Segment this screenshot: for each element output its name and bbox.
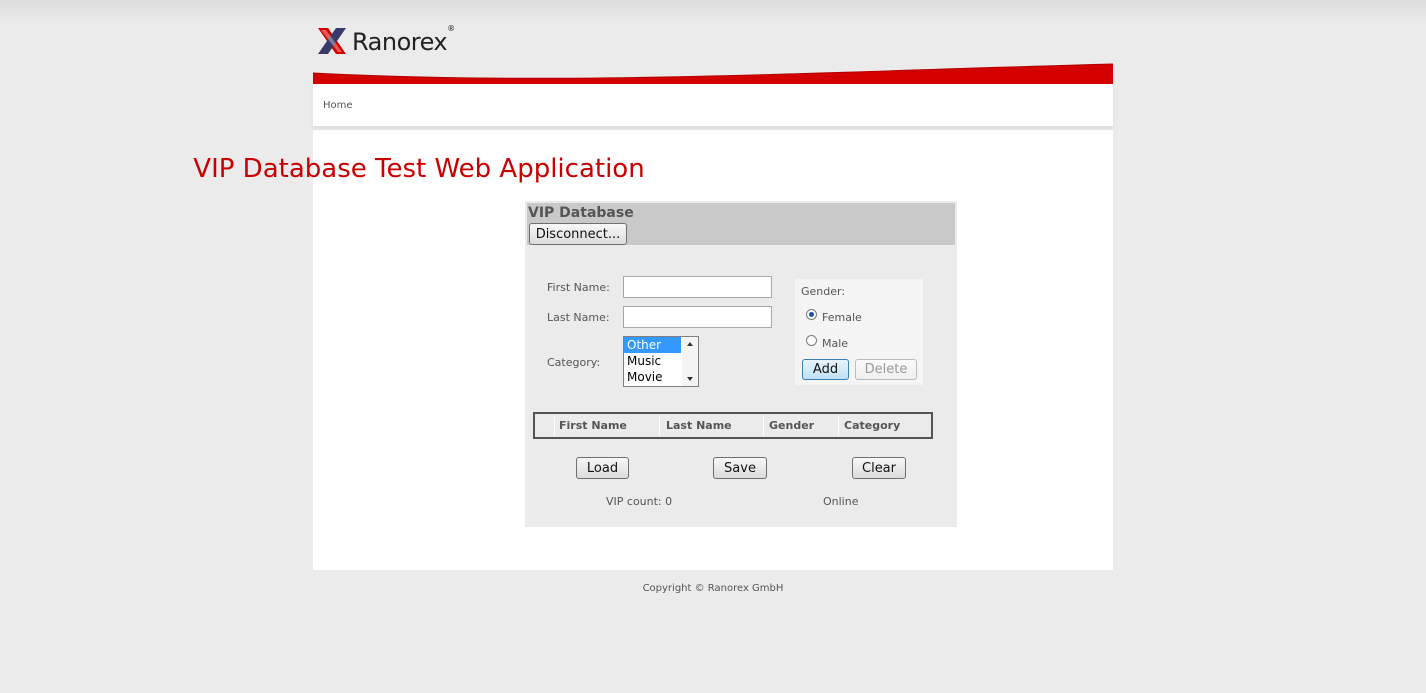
vip-table[interactable]: First Name Last Name Gender Category: [533, 412, 933, 439]
connection-status: Online: [823, 495, 859, 508]
ranorex-logo: Ranorex®: [314, 24, 455, 60]
column-separator: [554, 417, 555, 436]
vip-count-label: VIP count: 0: [606, 495, 673, 508]
column-separator: [659, 417, 660, 436]
footer-copyright: Copyright © Ranorex GmbH: [642, 583, 784, 594]
scroll-up-icon[interactable]: [687, 342, 693, 346]
nav-bar: Home: [313, 84, 1113, 126]
brand-name: Ranorex: [352, 28, 448, 56]
female-label[interactable]: Female: [822, 311, 862, 324]
ranorex-x-icon: [318, 28, 346, 54]
category-option-movie[interactable]: Movie: [624, 369, 681, 385]
category-option-music[interactable]: Music: [624, 353, 681, 369]
column-header-last-name[interactable]: Last Name: [666, 419, 732, 432]
save-button[interactable]: Save: [713, 457, 767, 479]
page-title: VIP Database Test Web Application: [193, 154, 645, 184]
category-label: Category:: [547, 356, 601, 369]
column-header-gender[interactable]: Gender: [769, 419, 814, 432]
male-radio[interactable]: [806, 335, 817, 346]
column-header-category[interactable]: Category: [844, 419, 900, 432]
first-name-input[interactable]: [623, 276, 772, 298]
female-radio[interactable]: [806, 309, 817, 320]
top-band: [0, 0, 1426, 22]
registered-mark: ®: [447, 24, 455, 33]
column-header-first-name[interactable]: First Name: [559, 419, 627, 432]
load-button[interactable]: Load: [576, 457, 629, 479]
category-option-other[interactable]: Other: [624, 337, 681, 353]
category-listbox[interactable]: Other Music Movie: [623, 336, 699, 387]
disconnect-button[interactable]: Disconnect...: [529, 223, 627, 245]
last-name-label: Last Name:: [547, 311, 610, 324]
nav-home-link[interactable]: Home: [323, 100, 353, 111]
first-name-label: First Name:: [547, 281, 610, 294]
male-label[interactable]: Male: [822, 337, 848, 350]
category-scrollbar[interactable]: [682, 337, 698, 386]
column-separator: [838, 417, 839, 436]
last-name-input[interactable]: [623, 306, 772, 328]
delete-button[interactable]: Delete: [855, 359, 917, 380]
panel-title: VIP Database: [528, 205, 634, 221]
header-swoosh: [313, 63, 1113, 84]
scroll-down-icon[interactable]: [687, 377, 693, 381]
gender-label: Gender:: [801, 285, 846, 298]
column-separator: [763, 417, 764, 436]
gender-group: Gender: Female Male Add Delete: [795, 279, 923, 385]
panel-header: VIP Database Disconnect...: [527, 203, 955, 245]
clear-button[interactable]: Clear: [852, 457, 906, 479]
add-button[interactable]: Add: [802, 359, 849, 380]
